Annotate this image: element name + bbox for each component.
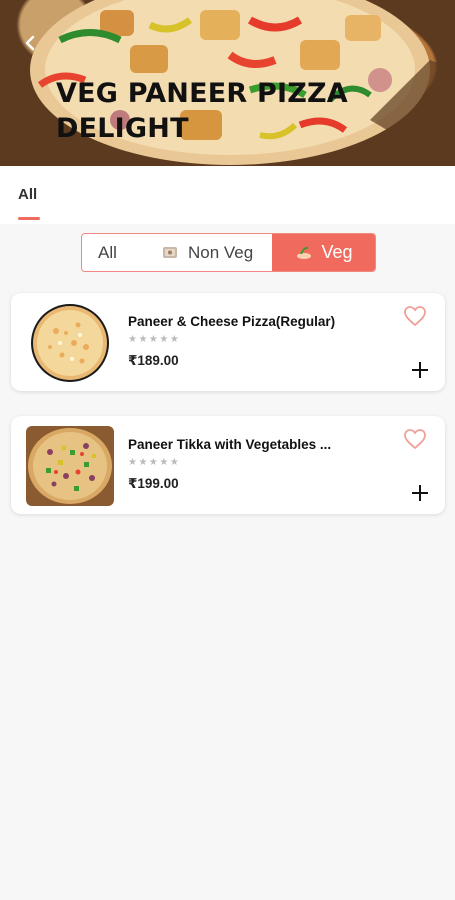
veg-filter-segment: All Non Veg Veg — [81, 233, 376, 272]
heart-outline-icon[interactable] — [403, 428, 427, 450]
filter-option-label: Veg — [321, 242, 353, 262]
rating-stars: ★★★★★ — [128, 457, 181, 468]
filter-option-label: Non Veg — [188, 242, 254, 262]
tab-all[interactable]: All — [18, 186, 37, 203]
filter-option-non-veg[interactable]: Non Veg — [162, 234, 253, 271]
plus-icon[interactable] — [411, 361, 429, 379]
plus-icon[interactable] — [411, 484, 429, 502]
filter-option-label: All — [98, 242, 117, 262]
item-price: ₹199.00 — [128, 476, 179, 491]
tab-active-indicator — [18, 217, 40, 220]
item-name: Paneer Tikka with Vegetables ... — [128, 437, 332, 452]
page-title: VEG PANEER PIZZA DELIGHT — [56, 78, 348, 144]
pizza-thumbnail — [26, 426, 114, 506]
chevron-left-icon[interactable] — [22, 34, 40, 52]
menu-item-card[interactable]: Paneer Tikka with Vegetables ... ★★★★★ ₹… — [11, 416, 445, 514]
pizza-thumbnail — [31, 304, 109, 382]
hero-banner: VEG PANEER PIZZA DELIGHT — [0, 0, 455, 166]
filter-option-veg[interactable]: Veg — [272, 234, 375, 271]
veg-icon — [297, 246, 312, 259]
rating-stars: ★★★★★ — [128, 334, 181, 345]
non-veg-icon — [163, 246, 177, 258]
item-name: Paneer & Cheese Pizza(Regular) — [128, 314, 336, 329]
item-price: ₹189.00 — [128, 353, 179, 368]
heart-outline-icon[interactable] — [403, 305, 427, 327]
category-tab-bar — [0, 166, 455, 224]
filter-option-all[interactable]: All — [98, 234, 117, 271]
menu-item-card[interactable]: Paneer & Cheese Pizza(Regular) ★★★★★ ₹18… — [11, 293, 445, 391]
